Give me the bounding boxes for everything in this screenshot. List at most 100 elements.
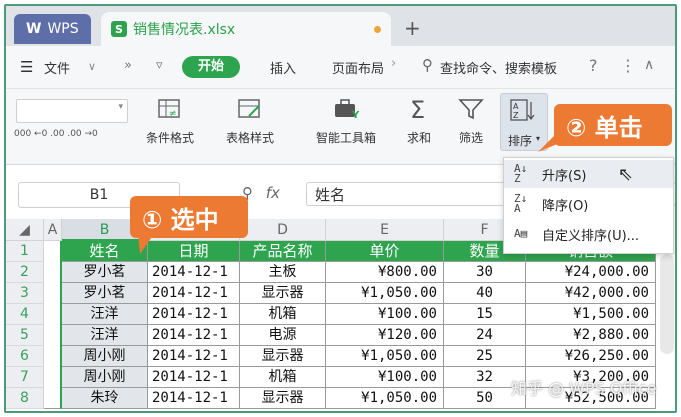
fx-icon[interactable]: fx xyxy=(266,184,280,202)
app-window: W WPS S 销售情况表.xlsx + ☰ 文件 ∨ » ▿ 开始 插入 页面… xyxy=(4,4,677,413)
tab-insert[interactable]: 插入 xyxy=(270,58,296,77)
svg-text:Σ: Σ xyxy=(410,97,425,121)
sum-button[interactable]: Σ 求和 xyxy=(406,97,432,146)
scroll-right-icon[interactable]: › xyxy=(391,56,396,71)
table-cell[interactable]: ¥100.00 xyxy=(326,304,444,325)
table-cell[interactable]: 40 xyxy=(444,283,526,304)
search-icon[interactable]: ⚲ xyxy=(422,56,433,74)
header-cell-price[interactable]: 单价 xyxy=(326,241,444,262)
table-cell[interactable]: 2014-12-1 xyxy=(148,388,240,409)
row-header[interactable]: 6 xyxy=(6,346,44,367)
table-cell[interactable]: 2014-12-1 xyxy=(148,367,240,388)
header-cell-date[interactable]: 日期 xyxy=(148,241,240,262)
table-cell[interactable]: 电源 xyxy=(240,325,326,346)
row-header[interactable]: 2 xyxy=(6,262,44,283)
table-cell[interactable]: 汪洋 xyxy=(62,325,148,346)
table-cell[interactable]: 汪洋 xyxy=(62,304,148,325)
sort-dropdown-menu: A↓ Z 升序(S) ⇖ Z↓ A 降序(O) A▤ 自定义排序(U)... xyxy=(503,157,674,254)
sort-icon: AZ xyxy=(510,99,535,121)
row-header[interactable]: 3 xyxy=(6,283,44,304)
table-cell[interactable]: 15 xyxy=(444,304,526,325)
table-cell[interactable]: 25 xyxy=(444,346,526,367)
row-header[interactable]: 4 xyxy=(6,304,44,325)
table-cell[interactable]: ¥1,050.00 xyxy=(326,388,444,409)
table-cell[interactable]: 2014-12-1 xyxy=(148,346,240,367)
menu-file[interactable]: 文件 xyxy=(44,58,70,77)
menu-item-sort-descending[interactable]: Z↓ A 降序(O) xyxy=(504,190,673,218)
column-header-e[interactable]: E xyxy=(326,219,444,241)
smart-toolbox-label: 智能工具箱 xyxy=(316,131,377,145)
row-header[interactable]: 8 xyxy=(6,388,44,409)
table-cell[interactable]: ¥2,880.00 xyxy=(526,325,656,346)
table-cell[interactable]: ¥24,000.00 xyxy=(526,262,656,283)
table-cell[interactable]: 显示器 xyxy=(240,283,326,304)
table-cell[interactable]: 罗小茗 xyxy=(62,283,148,304)
table-cell[interactable]: 机箱 xyxy=(240,367,326,388)
number-format-select[interactable]: ▾ xyxy=(16,99,128,123)
number-format-buttons[interactable]: 000 ←0 .00 .00 →0 xyxy=(14,129,98,139)
toolbox-icon: Y xyxy=(335,99,360,121)
table-cell[interactable]: 主板 xyxy=(240,262,326,283)
menu-bar: ☰ 文件 ∨ » ▿ 开始 插入 页面布局 › ⚲ 查找命令、搜索模板 ? ⋮ … xyxy=(6,46,675,89)
table-cell[interactable]: 朱玲 xyxy=(62,388,148,409)
table-cell[interactable]: 30 xyxy=(444,262,526,283)
filter-button[interactable]: 筛选 xyxy=(458,97,484,146)
table-style-button[interactable]: 表格样式 xyxy=(226,97,274,146)
column-header-a[interactable]: A xyxy=(44,219,62,241)
table-cell[interactable]: 罗小茗 xyxy=(62,262,148,283)
table-cell[interactable]: ¥120.00 xyxy=(326,325,444,346)
table-cell[interactable]: 显示器 xyxy=(240,388,326,409)
table-cell[interactable]: 24 xyxy=(444,325,526,346)
filter-icon xyxy=(458,99,484,120)
tab-file[interactable]: S 销售情况表.xlsx xyxy=(101,12,391,46)
collapse-ribbon-icon[interactable]: ∧ xyxy=(644,57,654,73)
row-header[interactable]: 5 xyxy=(6,325,44,346)
svg-text:Z: Z xyxy=(513,111,519,120)
unsaved-dot-icon xyxy=(374,25,381,33)
row-header[interactable]: 1 xyxy=(6,241,44,262)
conditional-format-button[interactable]: ≠ 条件格式 xyxy=(146,97,194,146)
chevron-down-icon[interactable]: ∨ xyxy=(88,60,96,73)
more-options-icon[interactable]: ⋮ xyxy=(620,56,636,75)
conditional-format-label: 条件格式 xyxy=(146,131,195,145)
table-cell[interactable]: 周小刚 xyxy=(62,346,148,367)
new-tab-button[interactable]: + xyxy=(404,16,421,40)
smart-toolbox-button[interactable]: Y 智能工具箱 xyxy=(316,97,376,146)
column-header-d[interactable]: D xyxy=(240,219,326,241)
vertical-scrollbar[interactable] xyxy=(660,254,674,354)
menu-item-sort-ascending[interactable]: A↓ Z 升序(S) ⇖ xyxy=(504,160,673,188)
table-cell[interactable]: ¥1,050.00 xyxy=(326,283,444,304)
more-menus-icon[interactable]: » xyxy=(124,58,132,73)
table-cell[interactable]: ¥1,050.00 xyxy=(326,346,444,367)
table-cell[interactable]: ¥100.00 xyxy=(326,367,444,388)
hamburger-icon[interactable]: ☰ xyxy=(20,58,33,76)
conditional-format-icon: ≠ xyxy=(158,99,180,119)
svg-text:A: A xyxy=(513,102,519,111)
tab-start[interactable]: 开始 xyxy=(182,56,240,78)
tab-file-label: 销售情况表.xlsx xyxy=(133,22,236,38)
table-cell[interactable]: ¥1,500.00 xyxy=(526,304,656,325)
table-cell[interactable]: ¥26,250.00 xyxy=(526,346,656,367)
table-cell[interactable]: 2014-12-1 xyxy=(148,262,240,283)
table-style-label: 表格样式 xyxy=(226,131,275,145)
table-cell[interactable]: 2014-12-1 xyxy=(148,304,240,325)
table-cell[interactable]: 机箱 xyxy=(240,304,326,325)
select-all-corner[interactable]: ◢ xyxy=(6,219,44,241)
table-cell[interactable]: 2014-12-1 xyxy=(148,325,240,346)
table-cell[interactable]: ¥42,000.00 xyxy=(526,283,656,304)
sort-label: 排序 xyxy=(508,134,533,148)
quick-dropdown-icon[interactable]: ▿ xyxy=(156,58,163,73)
table-cell[interactable]: ¥800.00 xyxy=(326,262,444,283)
table-cell[interactable]: 2014-12-1 xyxy=(148,283,240,304)
help-icon[interactable]: ? xyxy=(589,56,598,75)
menu-item-custom-sort[interactable]: A▤ 自定义排序(U)... xyxy=(504,220,673,248)
row-header[interactable]: 7 xyxy=(6,367,44,388)
tab-wps-home[interactable]: W WPS xyxy=(14,14,91,44)
table-cell[interactable]: 显示器 xyxy=(240,346,326,367)
tab-page-layout[interactable]: 页面布局 xyxy=(332,58,384,77)
header-cell-product[interactable]: 产品名称 xyxy=(240,241,326,262)
filter-label: 筛选 xyxy=(458,131,483,145)
command-search[interactable]: 查找命令、搜索模板 xyxy=(440,58,557,77)
column-a-cells[interactable] xyxy=(44,241,62,409)
table-cell[interactable]: 周小刚 xyxy=(62,367,148,388)
